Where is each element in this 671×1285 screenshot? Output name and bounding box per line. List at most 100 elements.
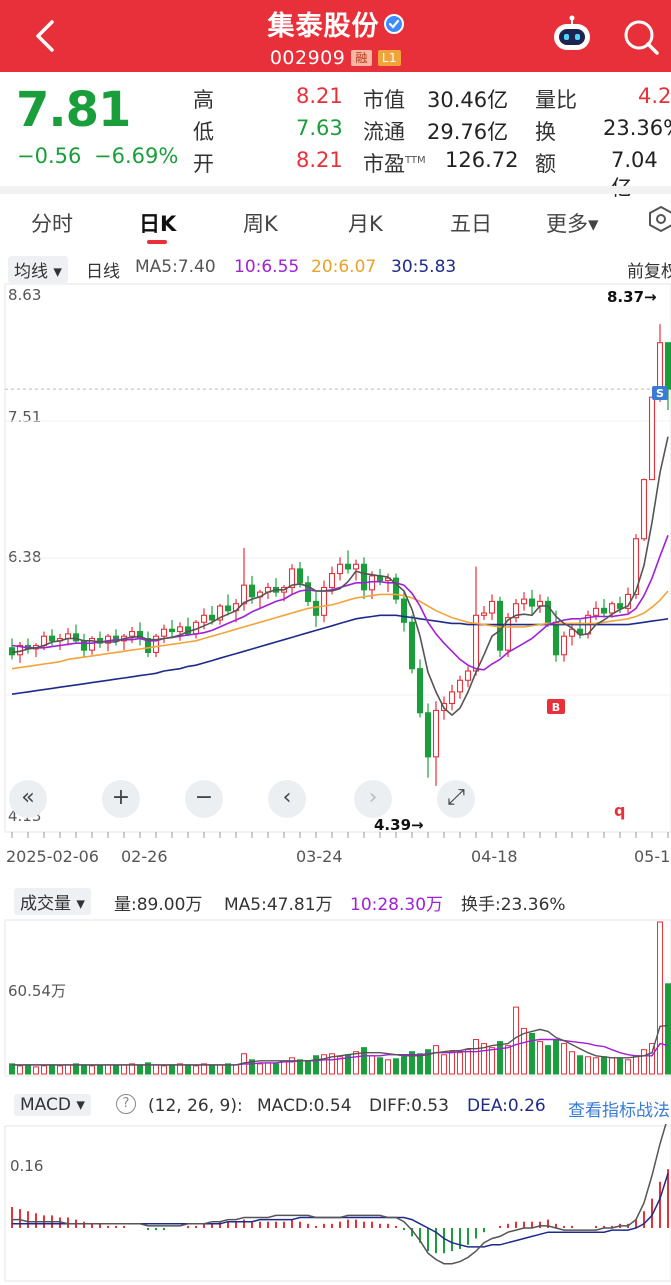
low-value: 7.63 xyxy=(296,116,343,140)
turnover-label: 换 xyxy=(535,120,556,144)
volume-bar xyxy=(89,1065,95,1075)
settings-hex-icon[interactable] xyxy=(646,204,671,234)
volume-bar xyxy=(273,1063,279,1075)
diff-value: DIFF:0.53 xyxy=(369,1096,449,1116)
zoom-out-button[interactable]: − xyxy=(185,780,223,818)
volume-bar xyxy=(433,1045,439,1075)
tab-monthly-k[interactable]: 月K xyxy=(348,208,383,238)
candle-body xyxy=(160,628,168,637)
volume-bar xyxy=(617,1058,623,1075)
candle-body xyxy=(176,626,184,633)
scroll-right-button[interactable]: › xyxy=(354,780,392,818)
volume-bar xyxy=(585,1056,591,1075)
rewind-button[interactable]: « xyxy=(9,780,47,818)
volume-bar xyxy=(513,1006,519,1075)
date-label-3: 03-24 xyxy=(296,847,343,866)
volratio-label: 量比 xyxy=(535,88,577,112)
tab-weekly-k[interactable]: 周K xyxy=(243,208,278,238)
volume-bar xyxy=(353,1051,359,1075)
volume-bar xyxy=(473,1039,479,1075)
tab-five-day[interactable]: 五日 xyxy=(450,208,492,238)
volume-bar xyxy=(537,1041,543,1075)
volume-bar xyxy=(257,1063,263,1075)
volume-bar xyxy=(593,1057,599,1075)
ma20-value: 20:6.07 xyxy=(311,257,377,277)
ma30-value: 30:5.83 xyxy=(391,257,457,277)
candle-body xyxy=(480,612,488,616)
tab-intraday[interactable]: 分时 xyxy=(31,208,73,238)
float-value: 29.76亿 xyxy=(427,120,509,144)
amount-label: 额 xyxy=(535,152,556,176)
price-change: −0.56 xyxy=(17,144,82,168)
candle-body xyxy=(496,600,504,651)
volume-bar xyxy=(49,1064,55,1075)
volume-y-label: 60.54万 xyxy=(8,982,66,1000)
view-strategy-link[interactable]: 查看指标战法 xyxy=(568,1096,670,1121)
robot-assistant-icon[interactable] xyxy=(550,14,594,58)
macd-params: (12, 26, 9): xyxy=(148,1096,243,1116)
diff-line xyxy=(12,1116,669,1265)
candle-body xyxy=(464,670,472,681)
tab-more[interactable]: 更多▾ xyxy=(546,208,599,238)
volume-bar xyxy=(153,1064,159,1075)
volume-bar xyxy=(121,1064,127,1075)
volume-bar xyxy=(625,1059,631,1075)
tab-daily-k[interactable]: 日K xyxy=(139,208,176,238)
dea-line xyxy=(12,1173,669,1248)
kline-chart[interactable]: 8.63 7.51 6.38 4.13 8.37→ 4.39→ 2025-02-… xyxy=(0,282,671,877)
help-icon[interactable]: ? xyxy=(116,1094,136,1114)
dea-value: DEA:0.26 xyxy=(467,1096,546,1116)
y-label-top: 8.63 xyxy=(8,286,41,304)
scroll-left-button[interactable]: ‹ xyxy=(268,780,306,818)
macd-dropdown[interactable]: MACD ▾ xyxy=(14,1094,91,1116)
fullscreen-button[interactable]: ⤢ xyxy=(437,780,475,818)
macd-chart[interactable]: 0.16 xyxy=(0,1116,671,1285)
stock-name: 集泰股份 xyxy=(267,11,380,42)
zoom-in-button[interactable]: + xyxy=(102,780,140,818)
low-label: 低 xyxy=(193,120,214,144)
section-divider xyxy=(0,186,671,194)
volume-bar xyxy=(417,1053,423,1075)
volume-bar xyxy=(449,1051,455,1075)
kline-svg: 8.63 7.51 6.38 4.13 8.37→ 4.39→ 2025-02-… xyxy=(4,283,671,866)
volume-bar xyxy=(577,1055,583,1075)
volume-bar xyxy=(25,1064,31,1075)
q-signal-label: q xyxy=(614,801,625,820)
volume-turnover: 换手:23.36% xyxy=(461,895,566,915)
candle-body xyxy=(560,635,568,656)
volume-chart[interactable]: 60.54万 xyxy=(0,918,671,1078)
volume-bar xyxy=(313,1055,319,1075)
pe-ttm-sup: TTM xyxy=(405,155,426,166)
candle-body xyxy=(448,691,456,705)
open-value: 8.21 xyxy=(296,148,343,172)
adjust-label[interactable]: 前复权 xyxy=(627,257,671,282)
float-label: 流通 xyxy=(363,120,405,144)
indicator-dropdown[interactable]: 均线 ▾ xyxy=(8,256,68,283)
volume-ma10: 10:28.30万 xyxy=(350,895,444,915)
volume-bar xyxy=(529,1032,535,1075)
high-label: 高 xyxy=(193,88,214,112)
turnover-value: 23.36% xyxy=(603,116,671,140)
volume-bar xyxy=(305,1060,311,1075)
macd-svg: 0.16 xyxy=(4,1116,671,1282)
candle-body xyxy=(328,573,336,589)
volume-dropdown[interactable]: 成交量 ▾ xyxy=(14,888,91,915)
volume-bar xyxy=(281,1061,287,1075)
candle-body xyxy=(424,712,432,758)
candle-body xyxy=(248,584,256,598)
volume-ma5: MA5:47.81万 xyxy=(224,895,333,915)
date-label-4: 04-18 xyxy=(471,847,518,866)
candle-body xyxy=(488,600,496,614)
y-label-3: 6.38 xyxy=(8,548,41,566)
volume-bar xyxy=(41,1065,47,1075)
candle-body xyxy=(616,603,624,609)
volume-bar xyxy=(633,1055,639,1075)
volume-bar xyxy=(81,1064,87,1075)
candle-body xyxy=(432,709,440,758)
volume-bar xyxy=(561,1043,567,1075)
search-icon[interactable] xyxy=(620,16,662,58)
volume-bar xyxy=(385,1059,391,1075)
volume-bar xyxy=(113,1065,119,1075)
margin-tag: 融 xyxy=(351,50,372,66)
volume-bar xyxy=(657,921,663,1075)
